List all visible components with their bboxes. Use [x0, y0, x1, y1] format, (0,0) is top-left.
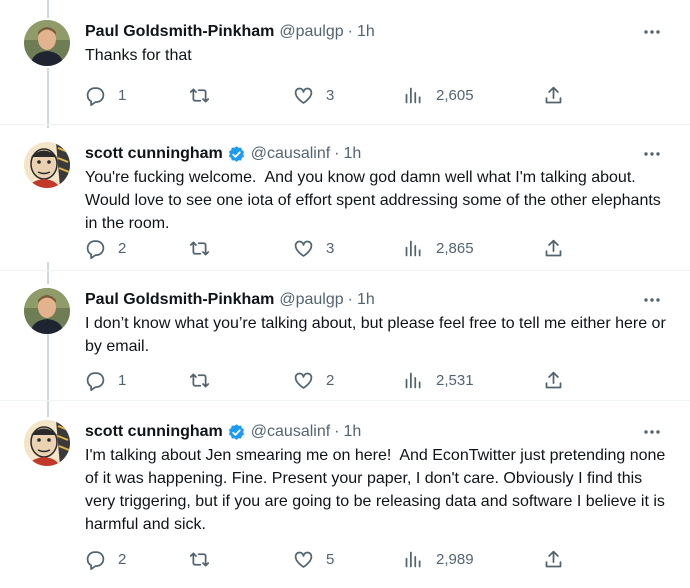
retweet-icon — [189, 238, 210, 259]
tweet-actions: 2 5 2,989 — [85, 548, 575, 570]
author-handle[interactable]: @causalinf — [251, 423, 330, 441]
avatar-scott[interactable] — [24, 142, 70, 188]
tweet-actions: 2 3 2,865 — [85, 237, 575, 259]
like-button[interactable]: 3 — [293, 237, 334, 259]
share-icon — [543, 370, 564, 391]
views-icon — [403, 238, 424, 259]
tweet-text: I'm talking about Jen smearing me on her… — [85, 447, 670, 533]
share-icon — [543, 549, 564, 570]
tweet[interactable]: scott cunningham @causalinf · 1h You're … — [0, 122, 690, 271]
like-icon — [293, 238, 314, 259]
retweet-icon — [189, 85, 210, 106]
reply-count: 1 — [118, 371, 127, 389]
author-handle[interactable]: @causalinf — [251, 145, 330, 163]
retweet-button[interactable] — [189, 237, 222, 259]
avatar-paul[interactable] — [24, 20, 70, 66]
share-button[interactable] — [543, 369, 564, 391]
view-count: 2,865 — [436, 239, 474, 257]
verified-icon — [227, 423, 246, 442]
reply-button[interactable]: 1 — [85, 369, 126, 391]
author-name[interactable]: Paul Goldsmith-Pinkham — [85, 23, 274, 41]
tweet[interactable]: Paul Goldsmith-Pinkham @paulgp · 1h Than… — [0, 0, 690, 125]
separator-dot: · — [334, 145, 340, 162]
tweet[interactable]: Paul Goldsmith-Pinkham @paulgp · 1h I do… — [0, 268, 690, 401]
reply-icon — [85, 238, 106, 259]
like-button[interactable]: 5 — [293, 548, 334, 570]
author-handle[interactable]: @paulgp — [279, 23, 343, 41]
reply-count: 2 — [118, 550, 127, 568]
reply-count: 1 — [118, 86, 127, 104]
reply-count: 2 — [118, 239, 127, 257]
timestamp[interactable]: 1h — [344, 145, 362, 163]
like-count: 3 — [326, 239, 335, 257]
author-handle[interactable]: @paulgp — [279, 291, 343, 309]
tweet-text: I don’t know what you’re talking about, … — [85, 315, 671, 355]
author-name[interactable]: scott cunningham — [85, 145, 223, 163]
share-button[interactable] — [543, 548, 564, 570]
like-count: 3 — [326, 86, 335, 104]
like-count: 5 — [326, 550, 335, 568]
avatar-paul[interactable] — [24, 288, 70, 334]
separator-dot: · — [347, 291, 353, 308]
views-button[interactable]: 2,865 — [403, 237, 474, 259]
reply-button[interactable]: 2 — [85, 548, 126, 570]
tweet[interactable]: scott cunningham @causalinf · 1h I'm tal… — [0, 400, 690, 588]
separator-dot: · — [334, 423, 340, 440]
views-icon — [403, 549, 424, 570]
reply-icon — [85, 85, 106, 106]
more-icon[interactable] — [642, 22, 662, 42]
verified-icon — [227, 145, 246, 164]
like-icon — [293, 370, 314, 391]
view-count: 2,605 — [436, 86, 474, 104]
share-button[interactable] — [543, 84, 564, 106]
retweet-button[interactable] — [189, 369, 222, 391]
view-count: 2,531 — [436, 371, 474, 389]
views-button[interactable]: 2,531 — [403, 369, 474, 391]
timestamp[interactable]: 1h — [357, 23, 375, 41]
reply-button[interactable]: 1 — [85, 84, 126, 106]
views-icon — [403, 85, 424, 106]
more-icon[interactable] — [642, 144, 662, 164]
more-icon[interactable] — [642, 422, 662, 442]
author-name[interactable]: scott cunningham — [85, 423, 223, 441]
like-button[interactable]: 3 — [293, 84, 334, 106]
tweet-actions: 1 2 2,531 — [85, 369, 575, 391]
views-button[interactable]: 2,605 — [403, 84, 474, 106]
like-icon — [293, 549, 314, 570]
retweet-icon — [189, 549, 210, 570]
tweet-text: Thanks for that — [85, 47, 192, 64]
reply-button[interactable]: 2 — [85, 237, 126, 259]
timestamp[interactable]: 1h — [357, 291, 375, 309]
timestamp[interactable]: 1h — [344, 423, 362, 441]
like-count: 2 — [326, 371, 335, 389]
view-count: 2,989 — [436, 550, 474, 568]
more-icon[interactable] — [642, 290, 662, 310]
separator-dot: · — [347, 23, 353, 40]
share-icon — [543, 85, 564, 106]
retweet-button[interactable] — [189, 84, 222, 106]
retweet-icon — [189, 370, 210, 391]
author-name[interactable]: Paul Goldsmith-Pinkham — [85, 291, 274, 309]
avatar-scott[interactable] — [24, 420, 70, 466]
views-button[interactable]: 2,989 — [403, 548, 474, 570]
retweet-button[interactable] — [189, 548, 222, 570]
reply-icon — [85, 549, 106, 570]
share-button[interactable] — [543, 237, 564, 259]
like-icon — [293, 85, 314, 106]
tweet-text: You're fucking welcome. And you know god… — [85, 169, 666, 232]
tweet-actions: 1 3 2,605 — [85, 84, 575, 106]
share-icon — [543, 238, 564, 259]
views-icon — [403, 370, 424, 391]
like-button[interactable]: 2 — [293, 369, 334, 391]
reply-icon — [85, 370, 106, 391]
